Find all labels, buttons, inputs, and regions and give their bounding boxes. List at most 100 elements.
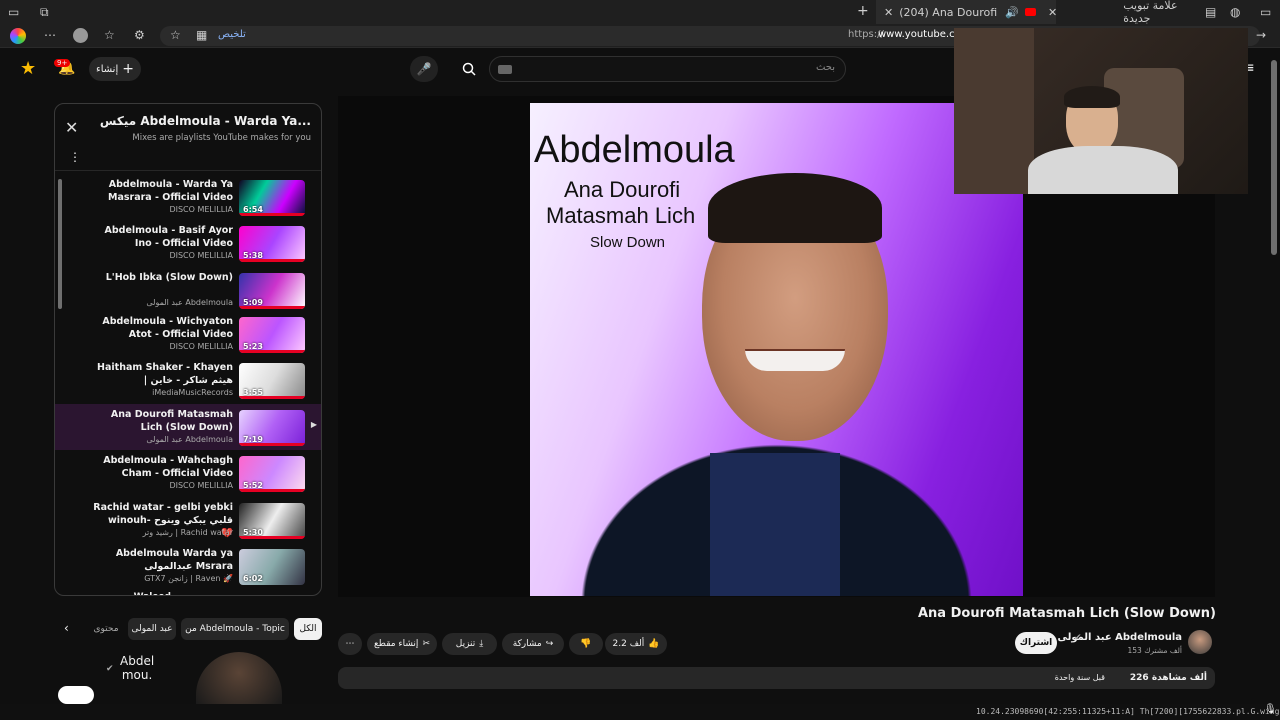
description-box[interactable]: 226 ألف مشاهدة قبل سنة واحدة [338, 667, 1215, 689]
shorts-thumbnail[interactable] [196, 652, 282, 704]
playlist-item-title: Abdelmoula - Wahchagh Cham - Official Vi… [103, 455, 233, 479]
plus-icon: + [122, 61, 134, 77]
playlist-item-thumbnail[interactable]: 5:52 [239, 456, 305, 492]
watched-progress-bar [239, 350, 305, 353]
tab-new[interactable]: ✕ علامة تبويب جديدة [1040, 0, 1200, 25]
watched-progress-bar [239, 536, 305, 539]
playlist-item-channel: عبد المولى Abdelmoula [146, 435, 233, 444]
chip-from-topic[interactable]: من Abdelmoula - Topic [181, 618, 289, 640]
close-playlist-icon[interactable]: ✕ [65, 118, 78, 137]
search-button[interactable] [455, 56, 483, 82]
star-icon[interactable]: ☆ [170, 28, 181, 42]
playlist-item-thumbnail[interactable]: 5:09 [239, 273, 305, 309]
window-menu-icon[interactable]: ▭ [8, 5, 19, 19]
split-view-icon[interactable]: ▦ [196, 28, 207, 42]
playlist-item[interactable]: L'Hob Ibka (Slow Down) عبد المولى Abdelmo… [55, 267, 321, 313]
webcam-hair [1064, 86, 1120, 108]
playlist-item-thumbnail[interactable]: 3:55 [239, 363, 305, 399]
playlist-item-thumbnail[interactable]: 5:30 [239, 503, 305, 539]
mic-icon[interactable]: 🎙 [1264, 704, 1277, 715]
playlist-item[interactable]: Abdelmoula - Warda Ya Masrara - Official… [55, 174, 321, 220]
partial-playlist-item-title[interactable]: Waleed [134, 592, 171, 595]
dislike-button[interactable]: 👎 [569, 633, 603, 655]
now-playing-icon: ▶ [310, 420, 317, 429]
playlist-item-thumbnail[interactable]: 6:02 [239, 549, 305, 585]
playlist-item[interactable]: Abdelmoula - Wichyaton Atot - Official V… [55, 311, 321, 357]
playlist-item[interactable]: Abdelmoula - Wahchagh Cham - Official Vi… [55, 450, 321, 496]
playlist-item-channel: DISCO MELILLIA [169, 251, 233, 260]
playlist-item-channel: GTX7 زانجن | Raven 🚀 [144, 574, 233, 583]
voice-search-button[interactable]: 🎤 [410, 56, 438, 82]
playlist-item-title: Abdelmoula Warda ya عبدالمولى Msrara [115, 548, 233, 572]
playlist-item-title: Abdelmoula - Warda Ya Masrara - Official… [107, 179, 233, 203]
chip-more[interactable]: محتوى [88, 618, 124, 640]
divider [55, 170, 321, 171]
playlist-item-title: Abdelmoula - Basif Ayor Ino - Official V… [104, 225, 234, 249]
globe-icon: ◍ [1230, 5, 1241, 19]
playlist-item[interactable]: Abdelmoula - Basif Ayor Ino - Official V… [55, 220, 321, 266]
page-scrollbar[interactable] [1271, 60, 1277, 255]
subscriber-count: 153 ألف مشترك [1127, 646, 1182, 655]
webcam-shirt [1028, 146, 1178, 194]
playlist-item[interactable]: Rachid watar - gelbi yebki winouh- قلبي … [55, 497, 321, 543]
playlist-item-channel: عبد المولى Abdelmoula [146, 298, 233, 307]
more-options-icon[interactable]: ⋮ [69, 150, 81, 164]
speaker-icon[interactable]: 🔊 [1005, 6, 1019, 19]
profile-avatar[interactable] [73, 28, 88, 43]
scissors-icon: ✂ [422, 639, 430, 649]
video-cover-art[interactable]: Abdelmoula Ana Dourofi Matasmah Lich Slo… [530, 103, 1023, 596]
share-button[interactable]: مشاركة ↪ [502, 633, 564, 655]
playlist-item-thumbnail[interactable]: 7:19 [239, 410, 305, 446]
channel-avatar[interactable] [1188, 630, 1212, 654]
playlist-item-title: Abdelmoula - Wichyaton Atot - Official V… [102, 316, 233, 340]
tab-actions-icon[interactable]: ⧉ [40, 5, 49, 20]
playlist-item[interactable]: Ana Dourofi Matasmah Lich (Slow Down) عبد… [55, 404, 321, 450]
forward-icon[interactable]: → [1256, 28, 1266, 42]
likes-count: 2.2 ألف [612, 639, 645, 649]
clip-button[interactable]: إنشاء مقطع ✂ [367, 633, 437, 655]
close-tab-icon[interactable]: ✕ [884, 6, 893, 19]
watched-progress-bar [239, 306, 305, 309]
playlist-item[interactable]: Abdelmoula Warda ya عبدالمولى Msrara GTX7… [55, 543, 321, 589]
search-input[interactable]: بحث [489, 56, 846, 82]
cover-line2: Matasmah Lich [546, 203, 696, 228]
keyboard-icon[interactable] [498, 65, 512, 74]
shorts-card-name[interactable]: Abdel mou. [120, 654, 154, 682]
summarize-button[interactable]: تلخيص [218, 29, 246, 40]
mic-icon: 🎤 [416, 62, 432, 76]
new-tab-icon[interactable]: + [857, 3, 869, 19]
cover-artist: Abdelmoula [534, 129, 735, 171]
chip-all[interactable]: الكل [294, 618, 322, 640]
webcam-overlay [954, 28, 1248, 194]
watched-progress-bar [239, 259, 305, 262]
upload-date: قبل سنة واحدة [1054, 673, 1105, 682]
extensions-icon[interactable]: ⚙ [134, 28, 145, 42]
playlist-item-thumbnail[interactable]: 5:38 [239, 226, 305, 262]
playlist-item-channel: iMediaMusicRecords [152, 388, 233, 397]
playlist-item-thumbnail[interactable]: 5:23 [239, 317, 305, 353]
subscribe-label: اشتراك [1019, 638, 1053, 648]
tab-youtube[interactable]: ✕ (204) Ana Dourofi Matasmah 🔊 [876, 0, 1056, 24]
verified-icon: ✔ [1074, 633, 1082, 643]
playlist-item-thumbnail[interactable]: 6:54 [239, 180, 305, 216]
subscribe-button[interactable]: اشتراك [1015, 632, 1057, 654]
favorites-icon[interactable]: ☆ [104, 28, 115, 42]
download-button[interactable]: تنزيل ⤓ [442, 633, 497, 655]
close-tab-icon[interactable]: ✕ [1048, 6, 1057, 19]
like-button[interactable]: 2.2 ألف 👍 [605, 633, 667, 655]
create-button[interactable]: إنشاء + [89, 57, 141, 81]
playlist-item[interactable]: Haitham Shaker - Khayen | هيثم شاكر - خا… [55, 357, 321, 403]
chip-from-channel[interactable]: عبد المولى [128, 618, 176, 640]
channel-logo-icon[interactable]: ★ [20, 58, 36, 79]
watched-progress-bar [239, 213, 305, 216]
more-menu-icon[interactable]: ⋯ [44, 28, 56, 42]
playlist-item-channel: DISCO MELILLIA [169, 205, 233, 214]
cover-line3: Slow Down [590, 234, 666, 251]
shorts-name-line1: Abdel [120, 654, 155, 668]
chevron-left-icon[interactable]: ‹ [64, 621, 69, 635]
copilot-icon[interactable] [10, 28, 26, 44]
more-actions-button[interactable]: ⋯ [338, 633, 362, 655]
thumbs-up-icon: 👍 [648, 639, 660, 649]
bottom-pill[interactable] [58, 686, 94, 704]
clip-label: إنشاء مقطع [374, 639, 419, 649]
